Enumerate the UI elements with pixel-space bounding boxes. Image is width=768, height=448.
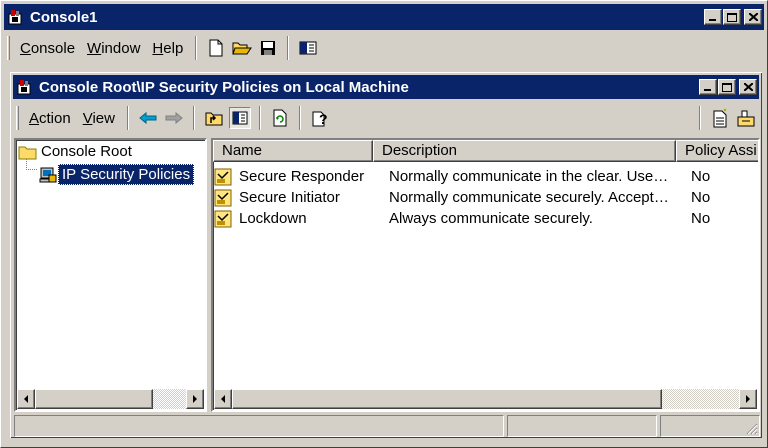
scroll-right-button[interactable] — [186, 389, 204, 409]
cell-policy-assigned: No — [691, 210, 711, 227]
list-row[interactable]: Secure Initiator Normally communicate se… — [213, 187, 710, 208]
arrow-right-icon — [193, 395, 197, 403]
scroll-right-button[interactable] — [739, 389, 757, 409]
child-close-button[interactable] — [739, 79, 757, 95]
menu-console[interactable]: Console — [14, 40, 81, 57]
arrow-left-icon — [24, 395, 28, 403]
toolbar-separator — [287, 36, 290, 60]
policy-icon — [214, 189, 232, 206]
main-window-title: Console1 — [30, 8, 98, 26]
child-window: Console Root\IP Security Policies on Loc… — [9, 71, 763, 439]
toolbar-separator — [298, 106, 301, 130]
mmc-child-icon — [17, 80, 31, 95]
child-menu-toolbar: Action View ? — [13, 101, 759, 135]
forward-arrow-icon[interactable] — [163, 107, 185, 129]
toolbar-grip[interactable] — [16, 106, 19, 130]
close-icon — [748, 13, 758, 21]
column-header-name[interactable]: Name — [213, 140, 373, 162]
manage-filters-icon[interactable] — [735, 107, 757, 129]
list-horizontal-scrollbar[interactable] — [214, 389, 757, 409]
list-row[interactable]: Secure Responder Normally communicate in… — [213, 166, 710, 187]
tree-node-ip-security-policies[interactable]: IP Security Policies — [38, 164, 195, 185]
show-hide-tree-icon[interactable] — [228, 107, 251, 129]
list-row[interactable]: Lockdown Always communicate securely. No — [213, 208, 710, 229]
main-title-bar[interactable]: Console1 — [4, 4, 764, 30]
status-panel-tertiary — [660, 415, 760, 437]
maximize-icon — [722, 82, 732, 92]
main-window: Console1 Console Window Help Console Roo… — [0, 0, 768, 448]
cell-description: Normally communicate securely. Accept… — [389, 189, 669, 206]
child-minimize-button[interactable] — [699, 79, 717, 95]
maximize-button[interactable] — [723, 9, 741, 25]
cell-name: Lockdown — [213, 210, 385, 228]
console-tree-pane[interactable]: Console Root IP Security Policies — [14, 138, 207, 412]
toolbar-separator — [192, 106, 195, 130]
back-arrow-icon[interactable] — [137, 107, 159, 129]
minimize-button[interactable] — [704, 9, 722, 25]
scroll-track[interactable] — [232, 389, 739, 409]
maximize-icon — [727, 12, 737, 22]
resize-grip-icon[interactable] — [746, 423, 758, 435]
up-level-icon[interactable] — [203, 107, 225, 129]
child-title-bar[interactable]: Console Root\IP Security Policies on Loc… — [13, 75, 759, 99]
save-disk-icon[interactable] — [257, 37, 279, 59]
list-header: Name Description Policy Assi — [213, 140, 758, 162]
folder-icon — [18, 146, 37, 159]
mmc-app-icon — [8, 10, 22, 25]
menu-action[interactable]: Action — [23, 110, 77, 127]
tree-horizontal-scrollbar[interactable] — [17, 389, 204, 409]
status-panel-main — [14, 415, 504, 437]
cell-name: Secure Responder — [213, 168, 385, 186]
cell-name: Secure Initiator — [213, 189, 385, 207]
policy-icon — [214, 210, 232, 227]
child-maximize-button[interactable] — [718, 79, 736, 95]
toolbar-grip[interactable] — [7, 36, 10, 60]
scroll-thumb[interactable] — [232, 389, 662, 409]
minimize-icon — [704, 89, 711, 91]
main-menu-toolbar: Console Window Help — [4, 32, 764, 64]
split-panes: Console Root IP Security Policies Name D… — [14, 138, 760, 412]
arrow-left-icon — [221, 395, 225, 403]
console-tree-icon[interactable] — [297, 37, 319, 59]
scroll-track[interactable] — [35, 389, 186, 409]
policy-icon — [214, 168, 232, 185]
scroll-thumb[interactable] — [35, 389, 153, 409]
toolbar-separator — [699, 106, 701, 130]
svg-text:?: ? — [319, 111, 328, 127]
open-folder-icon[interactable] — [231, 37, 253, 59]
menu-window[interactable]: Window — [81, 40, 146, 57]
details-list-pane[interactable]: Name Description Policy Assi Secure Resp… — [211, 138, 760, 412]
toolbar-separator — [195, 36, 198, 60]
new-document-icon[interactable] — [205, 37, 227, 59]
add-policy-icon[interactable] — [709, 107, 731, 129]
toolbar-separator — [258, 106, 261, 130]
toolbar-separator — [126, 106, 129, 130]
cell-policy-assigned: No — [691, 168, 711, 185]
scroll-left-button[interactable] — [214, 389, 232, 409]
status-panel-secondary — [507, 415, 657, 437]
menu-help[interactable]: Help — [146, 40, 189, 57]
child-window-title: Console Root\IP Security Policies on Loc… — [39, 78, 409, 96]
close-button[interactable] — [744, 9, 762, 25]
arrow-right-icon — [746, 395, 750, 403]
scroll-left-button[interactable] — [17, 389, 35, 409]
help-icon[interactable]: ? — [309, 107, 331, 129]
minimize-icon — [709, 19, 716, 21]
refresh-icon[interactable] — [269, 107, 291, 129]
status-bar — [14, 415, 760, 437]
cell-description: Always communicate securely. — [389, 210, 593, 227]
cell-description: Normally communicate in the clear. Use… — [389, 168, 669, 185]
computer-lock-icon — [39, 167, 57, 182]
column-header-description[interactable]: Description — [373, 140, 676, 162]
column-header-policy-assigned[interactable]: Policy Assi — [676, 140, 758, 162]
close-icon — [743, 83, 753, 91]
menu-view[interactable]: View — [77, 110, 121, 127]
cell-policy-assigned: No — [691, 189, 711, 206]
